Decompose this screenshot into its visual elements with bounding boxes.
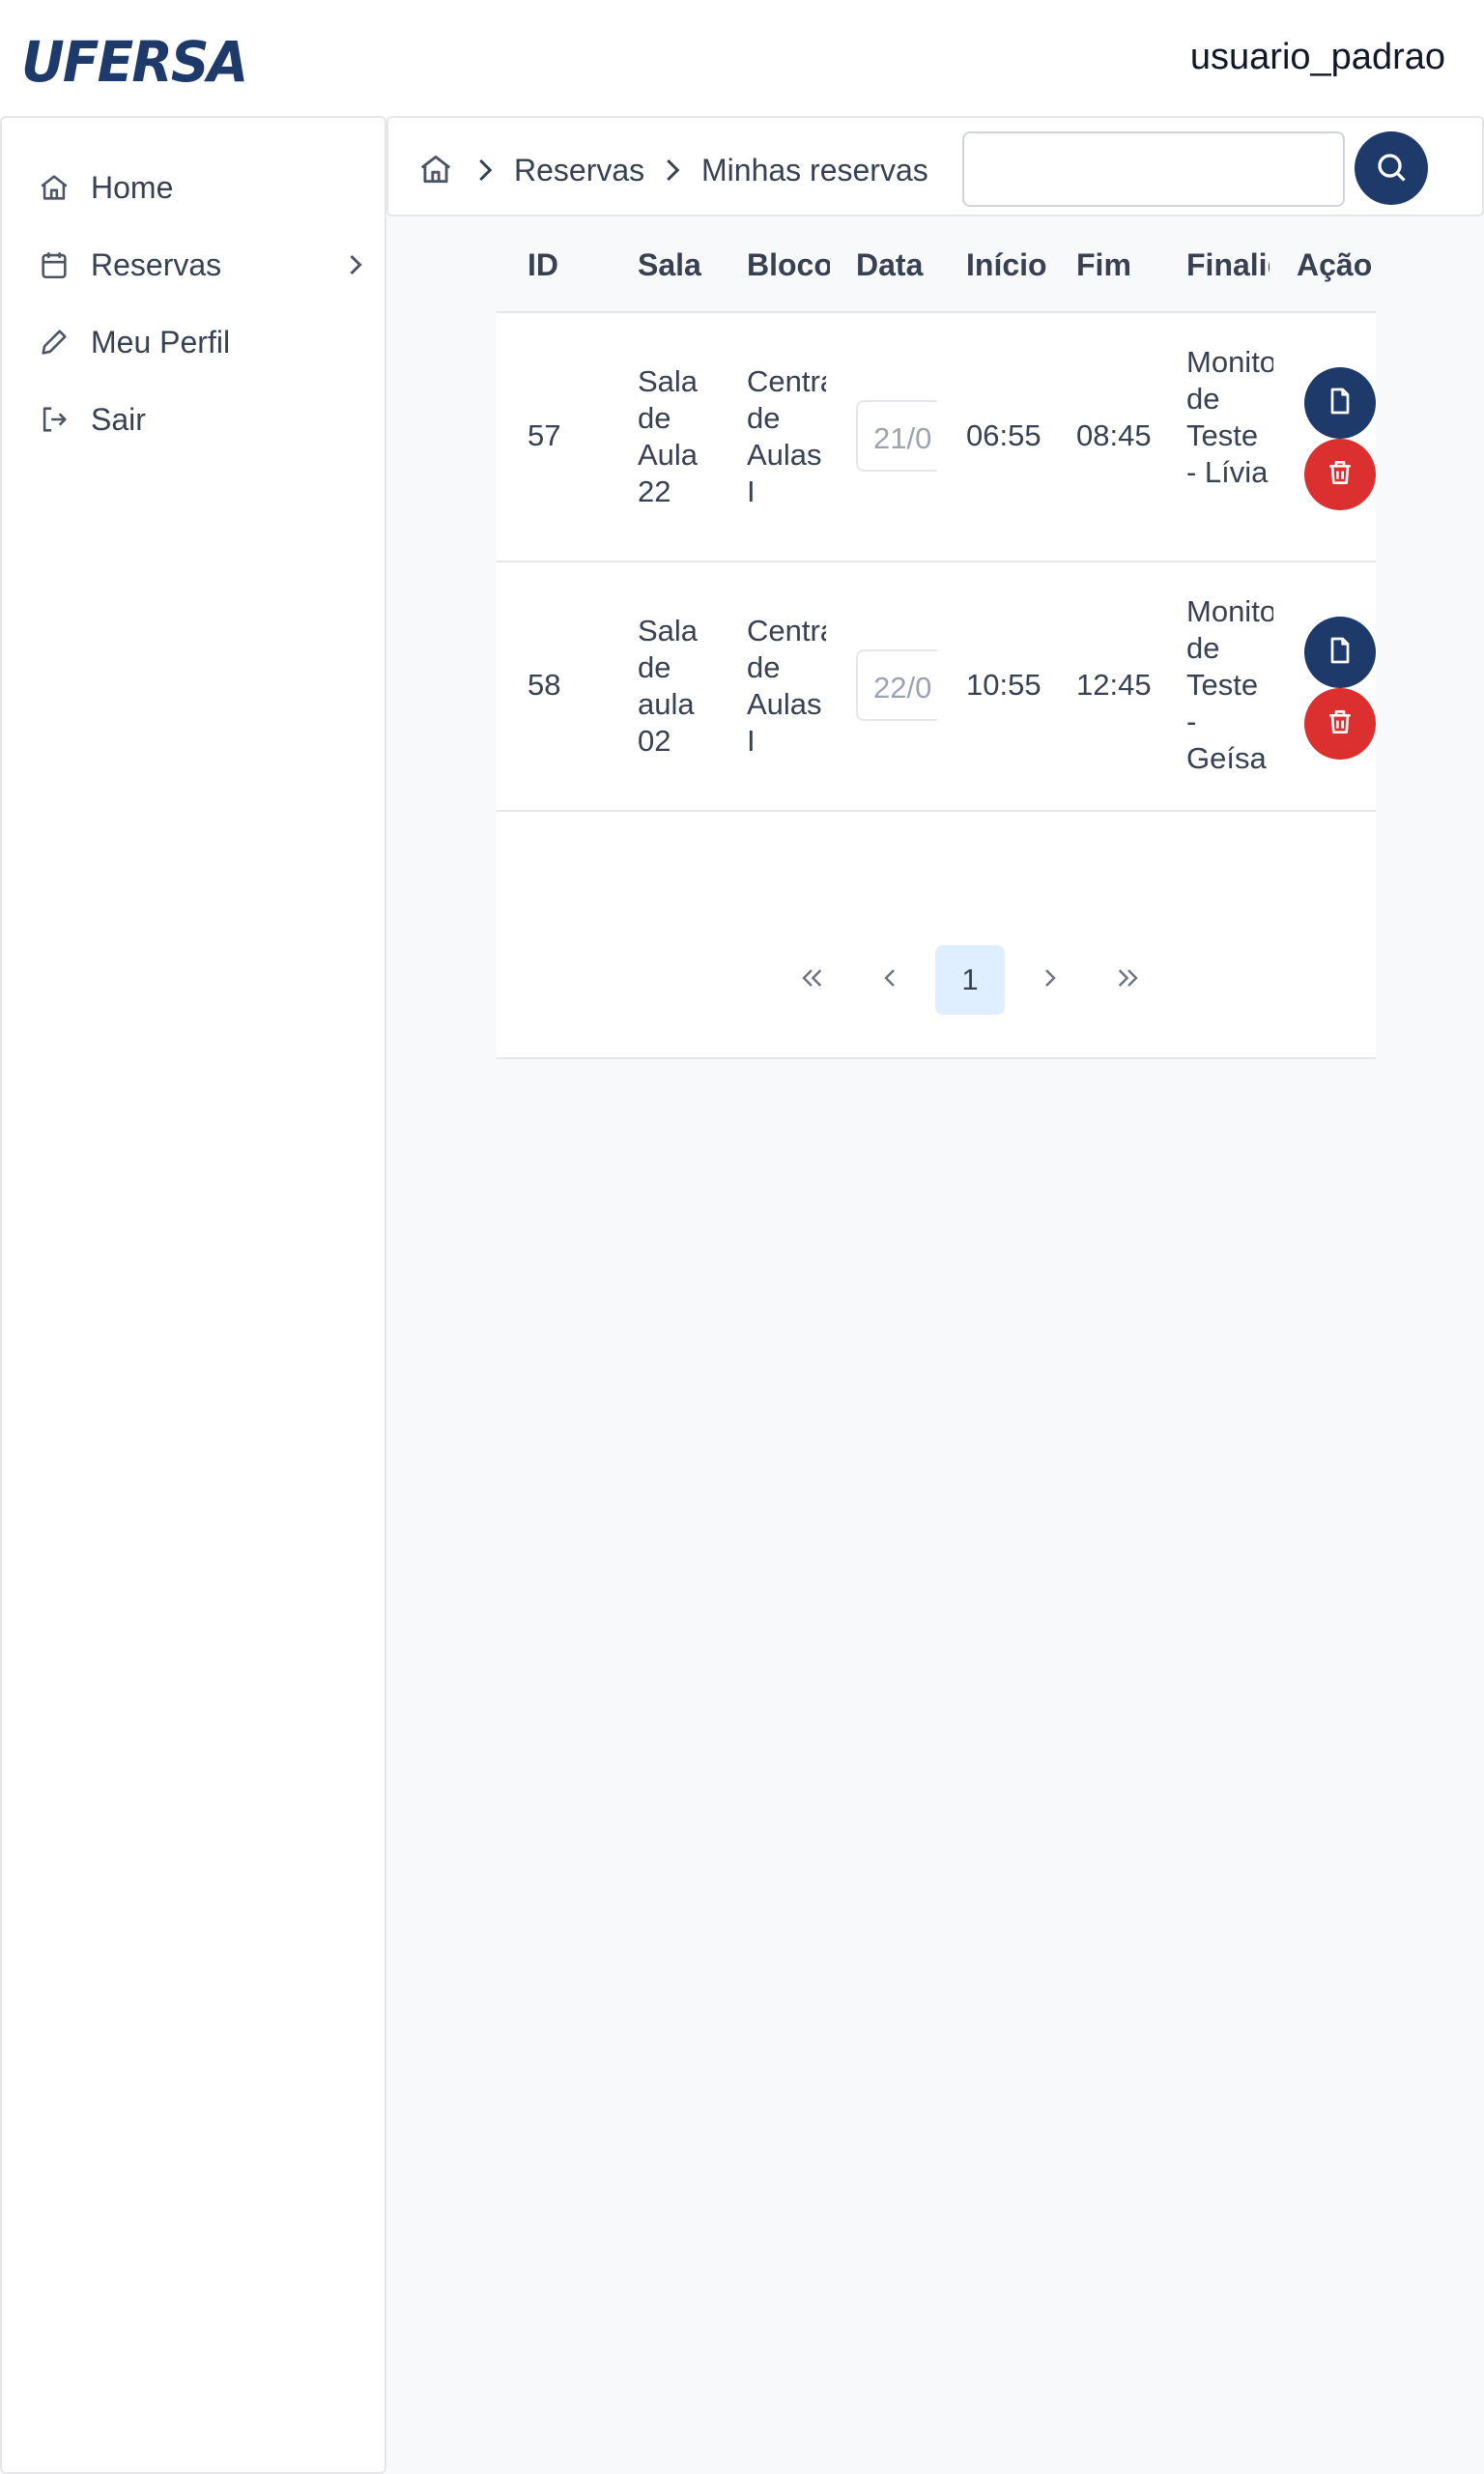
sidebar-item-label: Sair xyxy=(91,401,146,437)
table-row: 58 Sala de aula 02 Central de Aulas I 22… xyxy=(497,562,1376,812)
sidebar-item-sair[interactable]: Sair xyxy=(35,398,373,441)
chevron-left-icon xyxy=(874,963,905,998)
view-document-button[interactable] xyxy=(1304,367,1376,439)
sidebar-item-home[interactable]: Home xyxy=(35,166,373,209)
pencil-icon xyxy=(35,323,73,361)
trash-icon xyxy=(1325,706,1356,742)
cell-inicio: 06:55 xyxy=(966,418,1042,452)
main-content: Reservas Minhas reservas ID Sala Bloco D… xyxy=(386,116,1484,2474)
cell-sala: Sala de Aula 22 xyxy=(638,364,699,508)
chevrons-right-icon xyxy=(1113,963,1144,998)
chevron-right-icon xyxy=(338,247,373,287)
column-header: Data xyxy=(856,247,924,282)
search-icon xyxy=(1374,150,1409,187)
sidebar-item-label: Home xyxy=(91,169,174,205)
reservations-table: ID Sala Bloco Data Início Fim Finalidade… xyxy=(497,216,1376,1059)
cell-bloco: Central de Aulas I xyxy=(747,364,826,508)
breadcrumb-item[interactable]: Reservas xyxy=(514,153,644,188)
page-1-button[interactable]: 1 xyxy=(935,945,1005,1015)
trash-icon xyxy=(1325,457,1356,493)
cell-bloco: Central de Aulas I xyxy=(747,614,826,758)
cell-id: 57 xyxy=(528,418,561,452)
cell-fim: 12:45 xyxy=(1076,668,1152,702)
date-field[interactable]: 21/0 xyxy=(856,400,937,472)
column-header: Ação xyxy=(1297,247,1373,282)
column-header: Sala xyxy=(638,247,701,282)
breadcrumb-item[interactable]: Minhas reservas xyxy=(701,153,928,188)
sidebar-item-reservas[interactable]: Reservas xyxy=(35,244,373,286)
column-header: ID xyxy=(528,247,558,282)
pagination: 1 xyxy=(497,908,1376,1040)
home-icon[interactable] xyxy=(417,151,456,189)
search-input[interactable] xyxy=(962,131,1345,207)
cell-sala: Sala de aula 02 xyxy=(638,614,699,758)
table-row: 57 Sala de Aula 22 Central de Aulas I 21… xyxy=(497,313,1376,562)
sidebar-item-meu-perfil[interactable]: Meu Perfil xyxy=(35,321,373,363)
next-page-button[interactable] xyxy=(1015,945,1085,1015)
search-button[interactable] xyxy=(1355,131,1428,205)
breadcrumb: Reservas Minhas reservas xyxy=(386,116,1484,216)
column-header: Bloco xyxy=(747,247,830,282)
file-icon xyxy=(1325,635,1356,671)
cell-inicio: 10:55 xyxy=(966,668,1042,702)
column-header: Início xyxy=(966,247,1047,282)
cell-finalidade: Monitoria de Teste - Geísa xyxy=(1186,594,1273,775)
last-page-button[interactable] xyxy=(1094,945,1163,1015)
delete-button[interactable] xyxy=(1304,439,1376,510)
chevron-right-icon xyxy=(470,155,499,190)
ufersa-logo[interactable]: UFERSA xyxy=(21,29,248,95)
sidebar: Home Reservas Meu Perfil Sair xyxy=(0,116,386,2474)
username-label[interactable]: usuario_padrao xyxy=(1190,37,1445,78)
column-header: Fim xyxy=(1076,247,1131,282)
view-document-button[interactable] xyxy=(1304,617,1376,688)
sidebar-item-label: Meu Perfil xyxy=(91,324,231,360)
home-icon xyxy=(35,168,73,207)
date-field[interactable]: 22/0 xyxy=(856,649,937,721)
chevron-right-icon xyxy=(1035,963,1066,998)
table-header: ID Sala Bloco Data Início Fim Finalidade… xyxy=(497,216,1376,313)
chevron-right-icon xyxy=(657,155,686,190)
top-bar: UFERSA usuario_padrao xyxy=(0,0,1484,116)
first-page-button[interactable] xyxy=(777,945,846,1015)
sidebar-item-label: Reservas xyxy=(91,246,222,282)
cell-fim: 08:45 xyxy=(1076,418,1152,452)
delete-button[interactable] xyxy=(1304,688,1376,760)
column-header: Finalidade xyxy=(1186,247,1270,282)
previous-page-button[interactable] xyxy=(855,945,925,1015)
cell-id: 58 xyxy=(528,668,561,702)
cell-finalidade: Monitoria de Teste - Lívia xyxy=(1186,345,1273,489)
file-icon xyxy=(1325,386,1356,421)
chevrons-left-icon xyxy=(796,963,827,998)
logout-icon xyxy=(35,400,73,439)
calendar-icon xyxy=(35,245,73,284)
